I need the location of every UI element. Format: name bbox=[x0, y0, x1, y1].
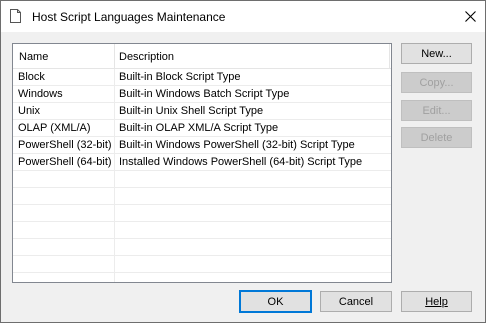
column-header-description[interactable]: Description bbox=[119, 51, 174, 63]
edit-button[interactable]: Edit... bbox=[401, 100, 472, 121]
close-icon bbox=[464, 11, 476, 22]
list-item[interactable]: OLAP (XML/A) Built-in OLAP XML/A Script … bbox=[13, 120, 391, 137]
script-languages-list[interactable]: Name Description Block Built-in Block Sc… bbox=[12, 43, 392, 283]
list-item[interactable]: Unix Built-in Unix Shell Script Type bbox=[13, 103, 391, 120]
empty-row bbox=[13, 222, 391, 239]
row-name: Unix bbox=[18, 105, 41, 117]
column-separator[interactable] bbox=[389, 44, 390, 68]
delete-button[interactable]: Delete bbox=[401, 127, 472, 148]
empty-row bbox=[13, 205, 391, 222]
cancel-button[interactable]: Cancel bbox=[320, 291, 392, 312]
ok-button[interactable]: OK bbox=[239, 290, 312, 313]
empty-row bbox=[13, 171, 391, 188]
list-item[interactable]: PowerShell (64-bit) Installed Windows Po… bbox=[13, 154, 391, 171]
row-description: Built-in Block Script Type bbox=[119, 71, 241, 83]
list-header: Name Description bbox=[13, 44, 391, 69]
help-button[interactable]: Help bbox=[401, 291, 472, 312]
row-name: PowerShell (32-bit) bbox=[18, 139, 112, 151]
copy-button[interactable]: Copy... bbox=[401, 72, 472, 93]
empty-row bbox=[13, 188, 391, 205]
row-description: Built-in Unix Shell Script Type bbox=[119, 105, 264, 117]
help-button-label: Help bbox=[425, 295, 448, 308]
empty-row bbox=[13, 273, 391, 282]
window-title: Host Script Languages Maintenance bbox=[32, 10, 226, 24]
document-icon bbox=[10, 9, 21, 23]
row-description: Built-in Windows Batch Script Type bbox=[119, 88, 290, 100]
row-description: Built-in Windows PowerShell (32-bit) Scr… bbox=[119, 139, 355, 151]
dialog-window: Host Script Languages Maintenance Name D… bbox=[0, 0, 486, 323]
list-item[interactable]: Block Built-in Block Script Type bbox=[13, 69, 391, 86]
empty-row bbox=[13, 256, 391, 273]
row-name: OLAP (XML/A) bbox=[18, 122, 91, 134]
title-bar: Host Script Languages Maintenance bbox=[1, 1, 485, 32]
column-header-name[interactable]: Name bbox=[19, 51, 48, 63]
empty-row bbox=[13, 239, 391, 256]
row-name: Block bbox=[18, 71, 45, 83]
row-name: Windows bbox=[18, 88, 63, 100]
list-item[interactable]: Windows Built-in Windows Batch Script Ty… bbox=[13, 86, 391, 103]
column-separator[interactable] bbox=[114, 44, 115, 68]
new-button[interactable]: New... bbox=[401, 43, 472, 64]
row-name: PowerShell (64-bit) bbox=[18, 156, 112, 168]
list-item[interactable]: PowerShell (32-bit) Built-in Windows Pow… bbox=[13, 137, 391, 154]
row-description: Built-in OLAP XML/A Script Type bbox=[119, 122, 279, 134]
row-description: Installed Windows PowerShell (64-bit) Sc… bbox=[119, 156, 363, 168]
close-button[interactable] bbox=[455, 1, 485, 32]
